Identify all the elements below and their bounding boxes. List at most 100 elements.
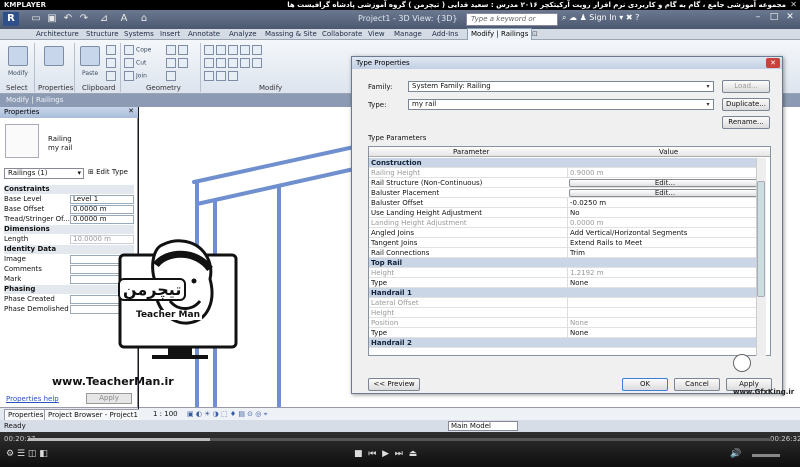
parameter-value[interactable]: No <box>567 208 763 218</box>
parameter-row[interactable]: Baluster Offset -0.0250 m <box>369 198 764 208</box>
parameter-section[interactable]: Handrail 1⌃ <box>369 288 764 298</box>
geometry-tools[interactable] <box>166 45 190 55</box>
parameter-value[interactable]: 1.2192 m <box>567 268 763 278</box>
instance-filter-dropdown[interactable]: Railings (1) ▾ <box>4 168 84 179</box>
save-icon[interactable]: ▣ <box>44 12 60 26</box>
move-icon[interactable] <box>204 58 264 68</box>
tab-annotate[interactable]: Annotate <box>188 29 220 40</box>
window-close-button[interactable]: ✕ <box>784 12 796 26</box>
geometry-tools-3[interactable] <box>166 71 178 81</box>
parameter-row[interactable]: Height <box>369 308 764 318</box>
preview-button[interactable]: << Preview <box>368 378 420 391</box>
geometry-tools-2[interactable] <box>166 58 190 68</box>
type-dropdown[interactable]: my rail ▾ <box>408 99 714 110</box>
parameter-section[interactable]: Top Rail⌃ <box>369 258 764 268</box>
modify-tool-icon[interactable] <box>8 46 28 66</box>
parameter-row[interactable]: Use Landing Height Adjustment No <box>369 208 764 218</box>
rename-button[interactable]: Rename... <box>722 116 770 129</box>
stop-icon[interactable]: ■ <box>354 449 363 459</box>
parameter-value[interactable]: Extend Rails to Meet <box>567 238 763 248</box>
align-icon[interactable] <box>204 45 264 55</box>
measure-icon[interactable]: ⊿ <box>96 12 112 26</box>
next-icon[interactable]: ⏭ <box>395 449 403 459</box>
parameter-row[interactable]: Baluster Placement Edit... <box>369 188 764 198</box>
duplicate-button[interactable]: Duplicate... <box>722 98 770 111</box>
eject-icon[interactable]: ⏏ <box>409 449 418 459</box>
search-input[interactable]: Type a keyword or phrase <box>466 13 558 34</box>
tab-view[interactable]: View <box>368 29 385 40</box>
paste-icon[interactable] <box>80 46 100 66</box>
parameter-row[interactable]: Tangent Joins Extend Rails to Meet <box>369 238 764 248</box>
tab-architecture[interactable]: Architecture <box>36 29 79 40</box>
tab-systems[interactable]: Systems <box>124 29 154 40</box>
playlist-icon[interactable]: ☰ <box>17 449 25 459</box>
sign-in-link[interactable]: Sign In <box>589 13 616 22</box>
parameter-value[interactable]: None <box>567 328 763 338</box>
property-value[interactable]: Level 1 <box>70 195 134 204</box>
parameter-row[interactable]: Height 1.2192 m <box>369 268 764 278</box>
text-icon[interactable]: A <box>116 12 132 26</box>
cancel-button[interactable]: Cancel <box>674 378 720 391</box>
parameter-value[interactable]: 0.9000 m <box>567 168 763 178</box>
edit-type-button[interactable]: ⊞ Edit Type <box>88 167 128 178</box>
select-panel-label[interactable]: Select <box>6 84 28 92</box>
parameter-value[interactable]: Add Vertical/Horizontal Segments <box>567 228 763 238</box>
load-button[interactable]: Load... <box>722 80 770 93</box>
edit-button[interactable]: Edit... <box>569 179 761 187</box>
parameter-row[interactable]: Rail Connections Trim <box>369 248 764 258</box>
volume-slider[interactable] <box>752 454 780 457</box>
player-close-button[interactable]: ✕ <box>790 0 797 9</box>
parameter-value[interactable] <box>567 298 763 308</box>
parameter-row[interactable]: Rail Structure (Non-Continuous) Edit... <box>369 178 764 188</box>
join-button[interactable]: Join <box>124 71 147 81</box>
tab-add-ins[interactable]: Add-Ins <box>432 29 458 40</box>
dialog-close-button[interactable]: ✕ <box>766 58 780 68</box>
parameter-value[interactable]: None <box>567 278 763 288</box>
minimize-button[interactable]: – <box>752 12 764 26</box>
family-dropdown[interactable]: System Family: Railing ▾ <box>408 81 714 92</box>
vr-icon[interactable]: ◧ <box>39 449 48 459</box>
tab-collaborate[interactable]: Collaborate <box>322 29 362 40</box>
properties-tool-icon[interactable] <box>44 46 64 66</box>
properties-close-icon[interactable]: ✕ <box>128 107 134 115</box>
property-group[interactable]: Constraints <box>4 185 134 194</box>
parameter-row[interactable]: Type None <box>369 328 764 338</box>
play-icon[interactable]: ▶ <box>382 449 389 459</box>
parameter-row[interactable]: Lateral Offset <box>369 298 764 308</box>
copy-clipboard-icon[interactable] <box>106 45 118 55</box>
main-model-dropdown[interactable]: Main Model <box>448 421 518 431</box>
tab-structure[interactable]: Structure <box>86 29 119 40</box>
parameter-row[interactable]: Railing Height 0.9000 m <box>369 168 764 178</box>
3d-icon[interactable]: ◫ <box>28 449 37 459</box>
cope-button[interactable]: Cope <box>124 45 151 55</box>
parameter-section[interactable]: Handrail 2⌃ <box>369 338 764 348</box>
revit-app-menu-icon[interactable]: R <box>3 12 19 26</box>
chevron-down-icon[interactable]: ▾ <box>619 13 623 22</box>
tab-manage[interactable]: Manage <box>394 29 422 40</box>
cut-clipboard-icon[interactable] <box>106 58 118 68</box>
parameter-row[interactable]: Angled Joins Add Vertical/Horizontal Segm… <box>369 228 764 238</box>
settings-icon[interactable]: ⚙ <box>6 449 14 459</box>
parameter-value[interactable]: None <box>567 318 763 328</box>
tab-analyze[interactable]: Analyze <box>229 29 257 40</box>
edit-button[interactable]: Edit... <box>569 189 761 197</box>
redo-icon[interactable]: ↷ <box>76 12 92 26</box>
parameter-row[interactable]: Type None <box>369 278 764 288</box>
parameter-section[interactable]: Construction⌃ <box>369 158 764 168</box>
property-value[interactable]: 0.0000 m <box>70 215 134 224</box>
tab-massing-site[interactable]: Massing & Site <box>265 29 317 40</box>
help-icon[interactable]: ? <box>635 13 639 22</box>
parameter-row[interactable]: Position None <box>369 318 764 328</box>
type-selector-name[interactable]: Railing my rail <box>48 135 72 153</box>
ribbon-minimize-icon[interactable]: ⊡ <box>532 29 538 40</box>
array-icon[interactable] <box>204 71 240 81</box>
exchange-icon[interactable]: ✖ <box>626 13 633 22</box>
undo-icon[interactable]: ↶ <box>60 12 76 26</box>
match-type-icon[interactable] <box>106 71 118 81</box>
binoculars-icon[interactable]: ⌕ <box>562 13 566 22</box>
parameter-value[interactable]: 0.0000 m <box>567 218 763 228</box>
grid-scroll-thumb[interactable] <box>757 181 765 297</box>
ok-button[interactable]: OK <box>622 378 668 391</box>
cloud-icon[interactable]: ☁ <box>569 13 577 22</box>
previous-icon[interactable]: ⏮ <box>368 449 376 459</box>
